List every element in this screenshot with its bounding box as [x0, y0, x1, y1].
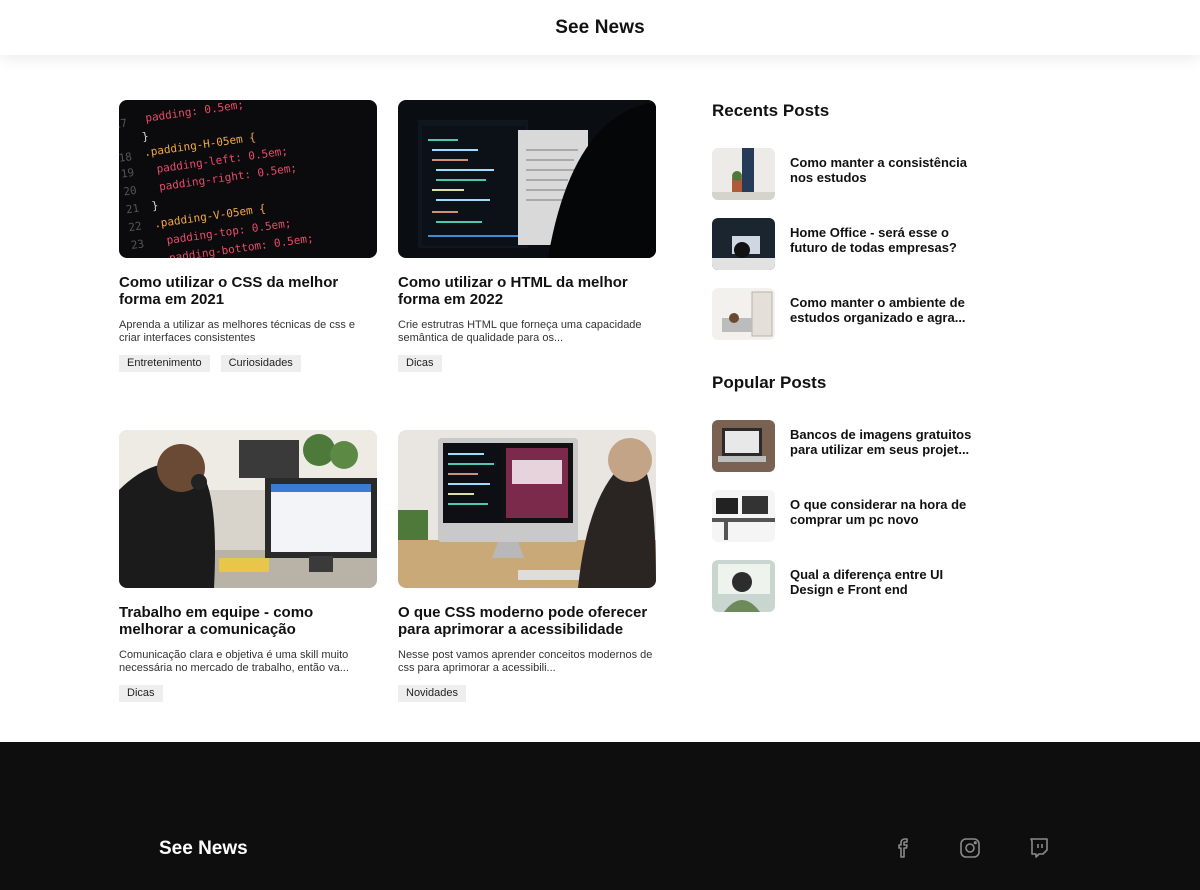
site-header: See News — [0, 0, 1200, 55]
popular-post-title[interactable]: Bancos de imagens gratuitos para utiliza… — [790, 427, 980, 457]
svg-text:19: 19 — [120, 166, 135, 181]
post-title[interactable]: O que CSS moderno pode oferecer para apr… — [398, 604, 656, 638]
svg-text:22: 22 — [128, 219, 143, 234]
post-thumbnail[interactable] — [119, 430, 377, 588]
recent-post-thumbnail[interactable] — [712, 148, 775, 200]
post-thumbnail[interactable] — [398, 430, 656, 588]
tag-curiosidades[interactable]: Curiosidades — [220, 355, 301, 372]
svg-text:21: 21 — [125, 202, 140, 217]
svg-text:20: 20 — [123, 184, 138, 199]
imac-desk-image — [398, 430, 656, 588]
post-excerpt: Crie estrutras HTML que forneça uma capa… — [398, 319, 642, 344]
post-card[interactable]: Trabalho em equipe - como melhorar a com… — [119, 430, 377, 702]
facebook-icon[interactable] — [892, 836, 916, 860]
tag-dicas[interactable]: Dicas — [119, 685, 163, 702]
site-footer: See News — [0, 742, 1200, 890]
recent-post-thumbnail[interactable] — [712, 218, 775, 270]
post-card[interactable]: Como utilizar o HTML da melhor forma em … — [398, 100, 656, 372]
post-tags: Novidades — [398, 685, 656, 702]
post-title[interactable]: Como utilizar o CSS da melhor forma em 2… — [119, 274, 377, 308]
post-thumbnail[interactable]: 17 18 19 20 21 22 23 padding: 0.5em; } .… — [119, 100, 377, 258]
post-title[interactable]: Trabalho em equipe - como melhorar a com… — [119, 604, 377, 638]
instagram-icon[interactable] — [958, 836, 982, 860]
post-tags: Dicas — [398, 355, 656, 372]
post-excerpt: Comunicação clara e objetiva é uma skill… — [119, 649, 349, 674]
popular-post-thumbnail[interactable] — [712, 490, 775, 542]
twitch-icon[interactable] — [1027, 836, 1051, 860]
tag-entretenimento[interactable]: Entretenimento — [119, 355, 210, 372]
recent-post-title[interactable]: Como manter o ambiente de estudos organi… — [790, 295, 980, 325]
popular-posts-heading: Popular Posts — [712, 373, 827, 392]
tag-dicas[interactable]: Dicas — [398, 355, 442, 372]
post-card[interactable]: 17 18 19 20 21 22 23 padding: 0.5em; } .… — [119, 100, 377, 372]
popular-post-item[interactable]: O que considerar na hora de comprar um p… — [712, 490, 992, 542]
svg-text:23: 23 — [130, 237, 145, 252]
popular-post-title[interactable]: O que considerar na hora de comprar um p… — [790, 497, 980, 527]
popular-post-thumbnail[interactable] — [712, 560, 775, 612]
popular-post-thumbnail[interactable] — [712, 420, 775, 472]
post-tags: Dicas — [119, 685, 377, 702]
recent-post-item[interactable]: Como manter a consistência nos estudos — [712, 148, 992, 200]
post-excerpt: Nesse post vamos aprender conceitos mode… — [398, 649, 653, 674]
tag-novidades[interactable]: Novidades — [398, 685, 466, 702]
svg-text:18: 18 — [119, 150, 133, 165]
post-title[interactable]: Como utilizar o HTML da melhor forma em … — [398, 274, 656, 308]
popular-post-item[interactable]: Bancos de imagens gratuitos para utiliza… — [712, 420, 992, 472]
popular-post-item[interactable]: Qual a diferença entre UI Design e Front… — [712, 560, 992, 612]
laptop-code-image — [398, 100, 656, 258]
popular-post-title[interactable]: Qual a diferença entre UI Design e Front… — [790, 567, 980, 597]
recent-post-item[interactable]: Home Office - será esse o futuro de toda… — [712, 218, 992, 270]
post-excerpt: Aprenda a utilizar as melhores técnicas … — [119, 319, 356, 344]
post-tags: Entretenimento Curiosidades — [119, 355, 377, 372]
code-screen-image: 17 18 19 20 21 22 23 padding: 0.5em; } .… — [119, 100, 377, 258]
post-card[interactable]: O que CSS moderno pode oferecer para apr… — [398, 430, 656, 702]
recent-post-title[interactable]: Como manter a consistência nos estudos — [790, 155, 980, 185]
footer-logo[interactable]: See News — [159, 838, 248, 860]
recent-post-title[interactable]: Home Office - será esse o futuro de toda… — [790, 225, 980, 255]
recent-posts-heading: Recents Posts — [712, 101, 830, 120]
recent-post-thumbnail[interactable] — [712, 288, 775, 340]
site-logo[interactable]: See News — [555, 17, 645, 39]
recent-post-item[interactable]: Como manter o ambiente de estudos organi… — [712, 288, 992, 340]
office-team-image — [119, 430, 377, 588]
post-thumbnail[interactable] — [398, 100, 656, 258]
